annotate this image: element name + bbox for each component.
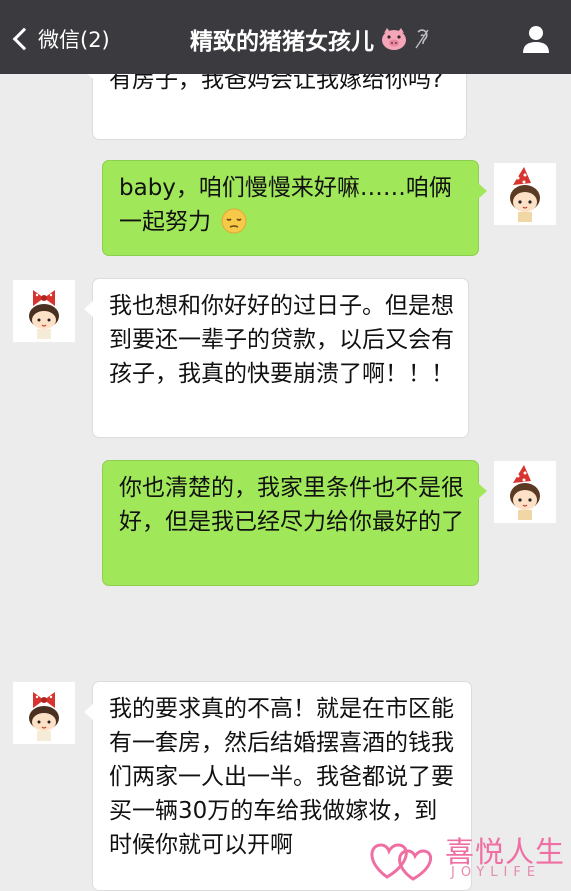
back-label: 微信(2) (38, 28, 110, 52)
message-bubble-sent[interactable]: 你也清楚的，我家里条件也不是很好，但是我已经尽力给你最好的了 (102, 460, 487, 586)
chevron-left-icon (12, 27, 36, 51)
joylife-watermark: 喜悦人生 JOYLIFE (365, 827, 565, 887)
cartoon-boy-party-hat-icon (494, 163, 556, 225)
message-bubble-received[interactable]: 我也想和你好好的过日子。但是想到要还一辈子的贷款，以后又会有孩子，我真的快要崩溃… (84, 278, 469, 438)
pig-face-icon (382, 28, 406, 50)
contact-avatar[interactable] (13, 280, 75, 342)
person-icon[interactable] (521, 24, 551, 54)
message-text: 你也清楚的，我家里条件也不是很好，但是我已经尽力给你最好的了 (119, 475, 464, 535)
message-text: baby，咱们慢慢来好嘛……咱俩一起努力 (119, 175, 452, 235)
message-text: 我也想和你好好的过日子。但是想到要还一辈子的贷款，以后又会有孩子，我真的快要崩溃… (109, 293, 454, 387)
double-heart-logo-icon (370, 843, 432, 881)
cartoon-girl-red-bow-icon (13, 682, 75, 744)
chat-header: 微信(2) 精致的猪猪女孩儿 (0, 0, 571, 74)
chat-title-area: 精致的猪猪女孩儿 (150, 22, 470, 56)
muted-notification-icon (415, 29, 429, 49)
message-bubble-sent[interactable]: baby，咱们慢慢来好嘛……咱俩一起努力 (102, 160, 487, 256)
chat-title: 精致的猪猪女孩儿 (190, 29, 374, 55)
my-avatar[interactable] (494, 163, 556, 225)
cartoon-girl-red-bow-icon (13, 280, 75, 342)
back-button[interactable]: 微信(2) (12, 24, 110, 54)
cartoon-boy-party-hat-icon (494, 461, 556, 523)
watermark-subtitle: JOYLIFE (451, 865, 542, 880)
my-avatar[interactable] (494, 461, 556, 523)
contact-avatar[interactable] (13, 682, 75, 744)
pensive-face-icon (221, 208, 247, 234)
